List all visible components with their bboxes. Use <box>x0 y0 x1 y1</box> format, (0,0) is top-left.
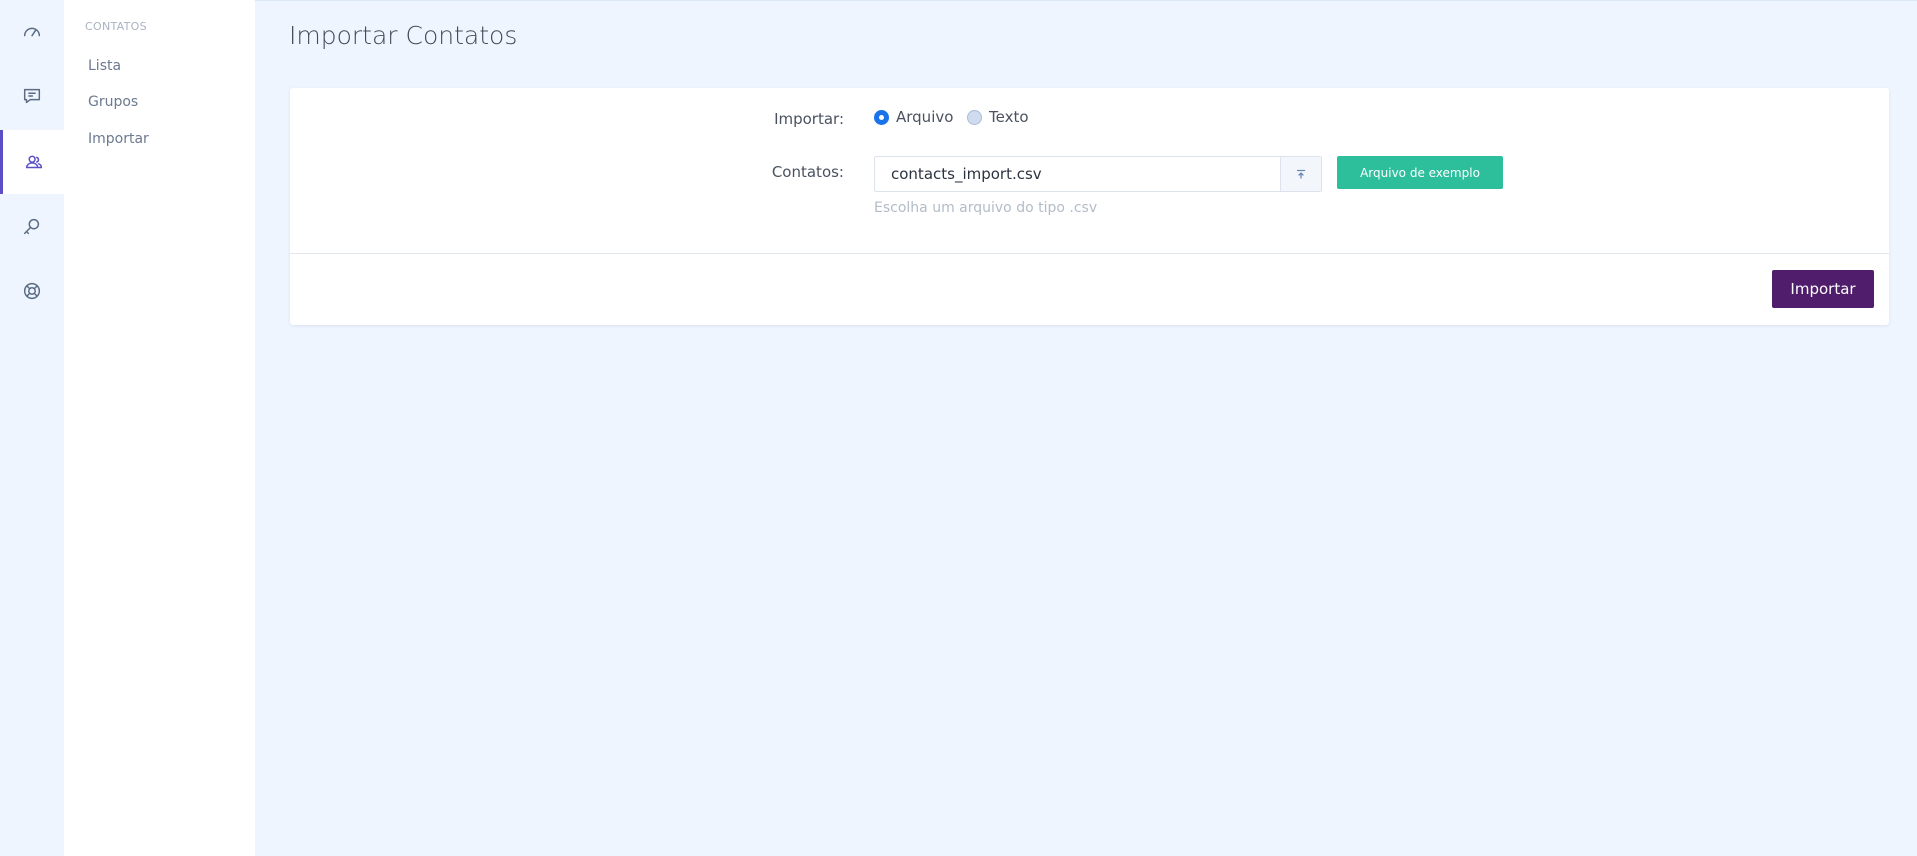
radio-arquivo[interactable]: Arquivo <box>874 108 953 126</box>
search-key-icon <box>23 218 40 235</box>
import-form-card: Importar: Arquivo Texto Contatos: contac… <box>290 88 1889 325</box>
import-submit-button[interactable]: Importar <box>1772 270 1874 308</box>
icon-rail <box>0 0 64 856</box>
file-hint: Escolha um arquivo do tipo .csv <box>874 200 1098 216</box>
contacts-label: Contatos: <box>771 163 844 181</box>
submenu-item-importar[interactable]: Importar <box>88 131 149 147</box>
submenu-item-grupos[interactable]: Grupos <box>88 94 138 110</box>
radio-unchecked-icon <box>967 109 982 125</box>
upload-icon <box>1296 169 1306 179</box>
card-divider <box>290 253 1889 254</box>
contacts-submenu: CONTATOS Lista Grupos Importar <box>64 0 255 856</box>
file-browse-button[interactable] <box>1280 157 1321 191</box>
file-input-value: contacts_import.csv <box>891 165 1042 183</box>
rail-item-contacts[interactable] <box>0 130 64 194</box>
rail-item-support[interactable] <box>0 259 64 323</box>
rail-item-search[interactable] <box>0 194 64 258</box>
submenu-item-lista[interactable]: Lista <box>88 58 121 74</box>
radio-checked-icon <box>874 109 889 125</box>
contacts-icon <box>25 155 42 169</box>
rail-item-dashboard[interactable] <box>0 0 64 64</box>
example-file-button[interactable]: Arquivo de exemplo <box>1337 156 1503 189</box>
radio-texto[interactable]: Texto <box>967 108 1029 126</box>
import-type-label: Importar: <box>774 110 844 128</box>
main-content: Importar Contatos Importar: Arquivo Text… <box>255 0 1917 856</box>
contacts-file-input[interactable]: contacts_import.csv <box>874 156 1322 192</box>
radio-texto-label: Texto <box>989 108 1029 126</box>
rail-item-messages[interactable] <box>0 64 64 128</box>
submenu-heading: CONTATOS <box>85 20 147 33</box>
radio-arquivo-label: Arquivo <box>896 108 954 126</box>
dashboard-gauge-icon <box>23 27 41 37</box>
message-icon <box>23 88 41 104</box>
support-lifebuoy-icon <box>23 282 41 300</box>
page-title: Importar Contatos <box>289 21 518 50</box>
